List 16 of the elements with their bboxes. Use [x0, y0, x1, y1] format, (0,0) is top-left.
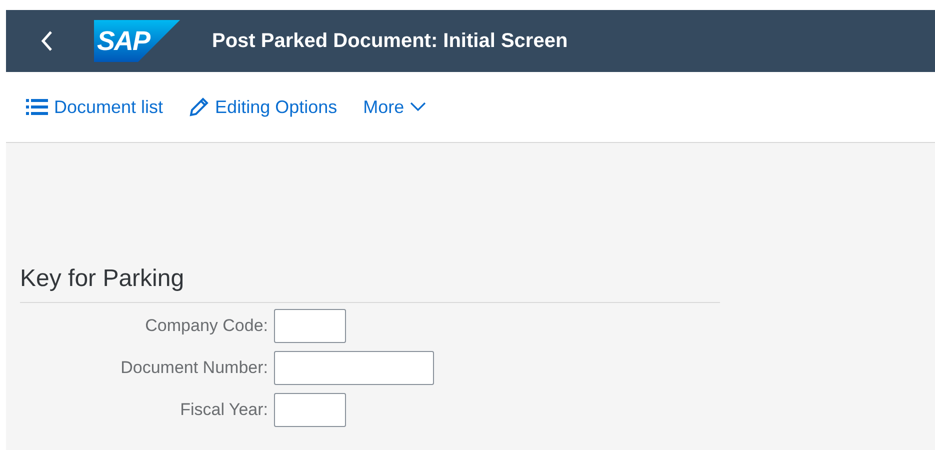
- pencil-icon: [189, 97, 210, 117]
- list-icon: [26, 98, 48, 116]
- field-label: Document Number:: [120, 358, 268, 378]
- page-title: Post Parked Document: Initial Screen: [212, 30, 568, 52]
- input-field[interactable]: [274, 309, 346, 343]
- toolbar-button[interactable]: More: [363, 96, 426, 118]
- logo: SAP: [94, 20, 180, 62]
- toolbar-button[interactable]: Document list: [26, 96, 164, 118]
- input-field[interactable]: [274, 351, 434, 385]
- input-field[interactable]: [274, 393, 346, 427]
- field-label: Fiscal Year:: [179, 400, 268, 420]
- back-icon: [40, 30, 54, 52]
- field-label: Company Code:: [144, 316, 268, 336]
- toolbar-button[interactable]: Editing Options: [189, 96, 338, 118]
- caret-icon: [410, 102, 426, 112]
- section-title: Key for Parking: [20, 265, 720, 303]
